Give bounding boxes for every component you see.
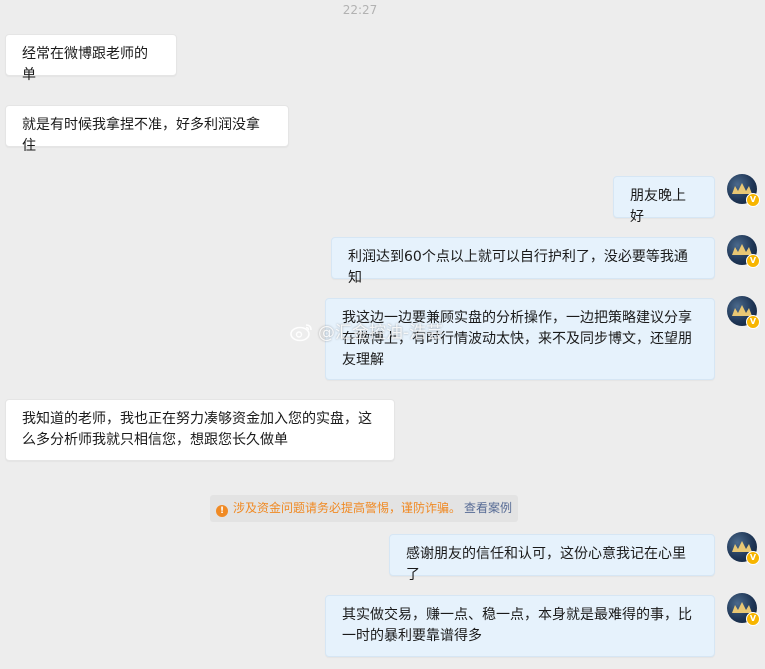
weibo-watermark: @汇金控油-浩芸: [290, 320, 443, 346]
avatar[interactable]: V: [727, 593, 760, 626]
crest-icon: [732, 305, 752, 316]
info-icon: !: [216, 505, 228, 517]
message-text: 朋友晚上好: [630, 188, 686, 225]
message-text: 经常在微博跟老师的单: [22, 46, 148, 83]
avatar[interactable]: V: [727, 174, 760, 207]
message-text: 就是有时候我拿捏不准，好多利润没拿住: [22, 117, 260, 154]
message-bubble-sent[interactable]: 其实做交易，赚一点、稳一点，本身就是最难得的事，比一时的暴利要靠谱得多: [325, 595, 715, 657]
warning-text: 涉及资金问题请务必提高警惕，谨防诈骗。: [233, 501, 462, 515]
message-bubble-sent[interactable]: 利润达到60个点以上就可以自行护利了，没必要等我通知: [331, 237, 715, 286]
verified-badge-icon: V: [746, 551, 760, 565]
timestamp: 22:27: [342, 3, 378, 17]
message-bubble-received[interactable]: 经常在微博跟老师的单: [5, 34, 177, 83]
fraud-warning-notice: ! 涉及资金问题请务必提高警惕，谨防诈骗。 查看案例: [210, 495, 519, 522]
crest-icon: [732, 541, 752, 552]
crest-icon: [732, 602, 752, 613]
message-bubble-received[interactable]: 我知道的老师，我也正在努力凑够资金加入您的实盘，这么多分析师我就只相信您，想跟您…: [5, 399, 395, 461]
message-bubble-received[interactable]: 就是有时候我拿捏不准，好多利润没拿住: [5, 105, 289, 154]
message-text: 我知道的老师，我也正在努力凑够资金加入您的实盘，这么多分析师我就只相信您，想跟您…: [22, 411, 372, 448]
message-bubble-sent[interactable]: 朋友晚上好: [613, 176, 715, 225]
crest-icon: [732, 183, 752, 194]
message-text: 感谢朋友的信任和认可，这份心意我记在心里了: [406, 546, 686, 583]
weibo-icon: [290, 324, 312, 342]
avatar[interactable]: V: [727, 235, 760, 268]
avatar[interactable]: V: [727, 296, 760, 329]
watermark-text: @汇金控油-浩芸: [318, 323, 444, 343]
avatar[interactable]: V: [727, 532, 760, 565]
verified-badge-icon: V: [746, 612, 760, 626]
message-bubble-sent[interactable]: 感谢朋友的信任和认可，这份心意我记在心里了: [389, 534, 715, 583]
verified-badge-icon: V: [746, 254, 760, 268]
message-text: 其实做交易，赚一点、稳一点，本身就是最难得的事，比一时的暴利要靠谱得多: [342, 607, 692, 644]
message-text: 利润达到60个点以上就可以自行护利了，没必要等我通知: [348, 249, 688, 286]
view-cases-link[interactable]: 查看案例: [464, 501, 512, 515]
crest-icon: [732, 244, 752, 255]
verified-badge-icon: V: [746, 315, 760, 329]
verified-badge-icon: V: [746, 193, 760, 207]
